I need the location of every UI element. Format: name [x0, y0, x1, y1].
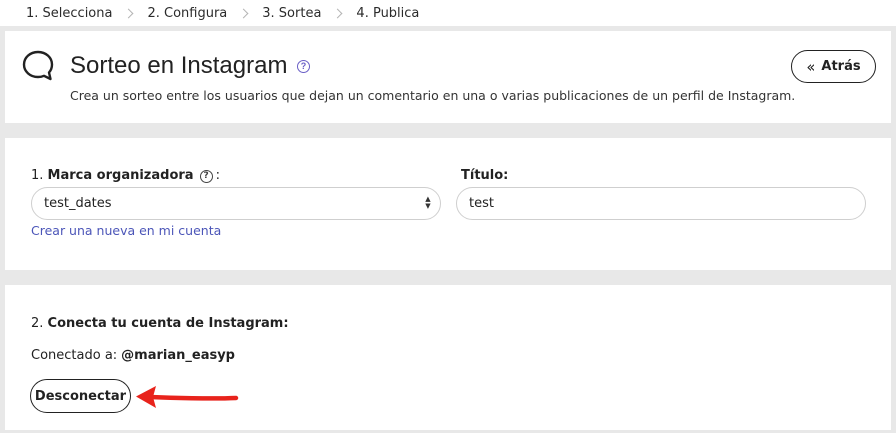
settings-card: 1. Marca organizadora?: test_dates ▲ ▼ Cr…	[5, 138, 891, 270]
title-label: Título:	[461, 168, 508, 183]
step-selecciona[interactable]: 1. Selecciona	[26, 6, 112, 21]
back-button-label: Atrás	[821, 59, 861, 74]
chevron-right-icon	[124, 8, 134, 18]
chevron-right-icon	[238, 8, 249, 18]
question-circle-icon[interactable]: ?	[199, 170, 213, 183]
brand-label-prefix: 1.	[31, 168, 44, 183]
step-label: 2. Configura	[147, 5, 228, 21]
connect-card: 2. Conecta tu cuenta de Instagram: Conec…	[5, 285, 891, 430]
select-arrows-icon: ▲ ▼	[425, 195, 431, 210]
brand-label: 1. Marca organizadora?:	[31, 168, 220, 183]
connected-status: Conectado a: @marian_easyp	[31, 348, 235, 363]
step-publica[interactable]: 4. Publica	[356, 6, 419, 21]
brand-select[interactable]: test_dates ▲ ▼	[31, 187, 441, 220]
connected-text: Conectado a:	[31, 348, 118, 363]
chat-bubble-icon	[22, 50, 54, 81]
step-sortea[interactable]: 3. Sortea	[262, 6, 321, 21]
title-label-text: Título:	[461, 168, 509, 183]
page-description: Crea un sorteo entre los usuarios que de…	[70, 88, 796, 103]
stepper: 1. Selecciona 2. Configura 3. Sortea 4. …	[0, 0, 896, 26]
connect-label-text: Conecta tu cuenta de Instagram:	[47, 316, 289, 331]
header-card: Sorteo en Instagram ? Crea un sorteo ent…	[5, 31, 891, 123]
connect-label: 2. Conecta tu cuenta de Instagram:	[31, 316, 289, 331]
red-arrow-annotation	[136, 386, 239, 408]
brand-label-suffix: :	[215, 168, 220, 183]
back-button[interactable]: ‹‹ Atrás	[791, 50, 876, 83]
connect-label-prefix: 2.	[31, 316, 44, 331]
step-label: 4. Publica	[356, 5, 420, 21]
disconnect-button[interactable]: Desconectar	[30, 379, 131, 413]
connected-account: @marian_easyp	[121, 348, 235, 363]
brand-label-text: Marca organizadora	[47, 168, 194, 183]
step-label: 3. Sortea	[262, 5, 322, 21]
question-circle-icon[interactable]: ?	[297, 60, 310, 73]
title-input[interactable]	[456, 187, 866, 220]
brand-select-value: test_dates	[44, 196, 112, 211]
page-title: Sorteo en Instagram	[70, 52, 288, 79]
disconnect-button-label: Desconectar	[34, 388, 127, 404]
double-chevron-left-icon: ‹‹	[806, 57, 815, 76]
create-brand-link[interactable]: Crear una nueva en mi cuenta	[31, 223, 221, 238]
step-label: 1. Selecciona	[26, 5, 113, 21]
step-configura[interactable]: 2. Configura	[147, 6, 227, 21]
chevron-right-icon	[332, 8, 343, 18]
